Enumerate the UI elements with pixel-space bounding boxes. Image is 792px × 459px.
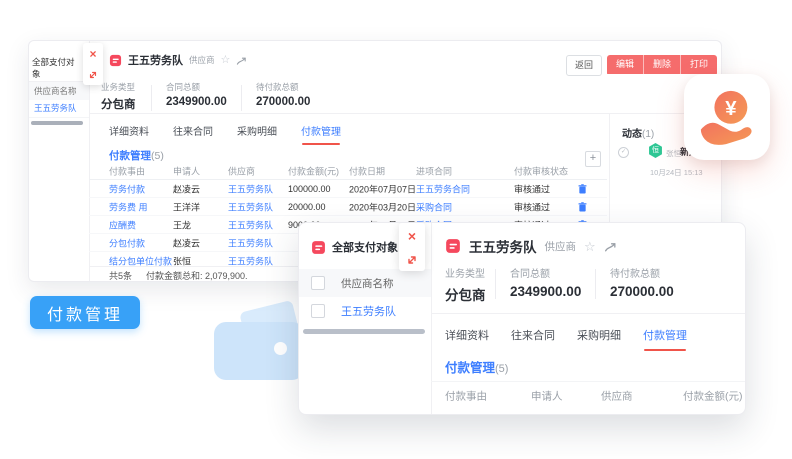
row-count: 共5条 (109, 269, 132, 282)
panel-controls: × (399, 223, 425, 271)
edit-button[interactable]: 编辑 (607, 55, 644, 74)
stat-pending-total: 待付款总额 270000.00 (256, 81, 310, 108)
header-actions: 返回 编辑 删除 打印 (566, 55, 717, 76)
supplier-doc-icon (445, 238, 461, 254)
supplier-list-item[interactable]: 王五劳务队 (299, 297, 431, 325)
print-button[interactable]: 打印 (681, 55, 717, 74)
table-header-row: 付款事由 申请人 供应商 付款金额(元) 付款日期 进项合同 付款审核状态 (89, 163, 607, 180)
supplier-link[interactable]: 王五劳务队 (228, 200, 273, 213)
hand-coin-icon: ¥ (696, 86, 758, 148)
stat-pending-total: 待付款总额 270000.00 (610, 265, 674, 299)
timeline-check-icon: ✓ (618, 147, 629, 158)
supplier-link[interactable]: 王五劳务队 (228, 218, 273, 231)
activity-user: 张恒 (666, 148, 681, 159)
back-button[interactable]: 返回 (566, 55, 602, 76)
select-all-checkbox[interactable] (311, 276, 325, 290)
share-trend-icon[interactable] (236, 55, 247, 66)
detail-tabs: 详细资料 往来合同 采购明细 付款管理 (109, 123, 341, 138)
supplier-link[interactable]: 王五劳务队 (228, 182, 273, 195)
stat-contract-total: 合同总额 2349900.00 (510, 265, 581, 299)
wallet-clasp-dot (274, 342, 287, 355)
tab-payment-management[interactable]: 付款管理 (643, 327, 687, 343)
stat-contract-total: 合同总额 2349900.00 (166, 81, 227, 108)
stat-divider (495, 269, 496, 299)
supplier-column-header: 供应商名称 (29, 81, 89, 100)
delete-icon[interactable] (578, 184, 587, 194)
section-title: 付款管理(5) (109, 148, 164, 163)
table-row: 劳务费 用 王洋洋 王五劳务队 20000.00 2020年03月20日 采购合… (89, 198, 607, 216)
supplier-column-header-row: 供应商名称 (299, 269, 431, 297)
tab-detail-info[interactable]: 详细资料 (445, 327, 489, 343)
tab-detail-info[interactable]: 详细资料 (109, 123, 149, 138)
payment-reason-link[interactable]: 应酬费 (109, 218, 136, 231)
tab-contracts[interactable]: 往来合同 (511, 327, 555, 343)
page-title: 王五劳务队 (469, 236, 537, 256)
tab-payment-management[interactable]: 付款管理 (301, 123, 341, 138)
avatar: 恒 (648, 143, 663, 158)
payment-badge: 付款管理 (30, 296, 140, 329)
supplier-doc-icon (109, 54, 122, 67)
table-row: 劳务付款 赵凌云 王五劳务队 100000.00 2020年07月07日 王五劳… (89, 180, 607, 198)
yuan-icon: ¥ (725, 98, 737, 120)
wallet-icon (212, 304, 312, 384)
stat-business-type: 业务类型 分包商 (101, 81, 136, 112)
sidebar-scrollbar[interactable] (31, 121, 83, 125)
contract-link[interactable]: 王五劳务合同 (416, 182, 470, 195)
payees-doc-icon (311, 240, 326, 255)
tab-contracts[interactable]: 往来合同 (173, 123, 213, 138)
tab-purchase-detail[interactable]: 采购明细 (237, 123, 277, 138)
supplier-tag: 供应商 (189, 54, 215, 66)
hand-coin-card: ¥ (684, 74, 770, 160)
activity-title: 动态(1) (622, 125, 654, 140)
favorite-star-icon[interactable]: ☆ (221, 55, 231, 66)
payment-reason-link[interactable]: 劳务费 用 (109, 200, 148, 213)
expand-diagonal-icon[interactable] (88, 70, 98, 80)
delete-icon[interactable] (578, 202, 587, 212)
close-icon[interactable]: × (89, 48, 96, 60)
supplier-list-item[interactable]: 王五劳务队 (29, 99, 89, 118)
payment-reason-link[interactable]: 劳务付款 (109, 182, 145, 195)
tab-purchase-detail[interactable]: 采购明细 (577, 327, 621, 343)
detail-tabs: 详细资料 往来合同 采购明细 付款管理 (445, 327, 687, 343)
payees-dropdown[interactable]: 全部支付对象 (32, 56, 89, 80)
page-title: 王五劳务队 (128, 52, 183, 68)
payees-dropdown[interactable]: 全部支付对象 (311, 239, 410, 255)
stat-business-type: 业务类型 分包商 (445, 265, 486, 304)
expand-diagonal-icon[interactable] (406, 254, 418, 266)
table-header-row: 付款事由 申请人 供应商 付款金额(元) (431, 381, 745, 410)
payees-dropdown-label: 全部支付对象 (32, 56, 81, 80)
page: 全部支付对象 供应商名称 王五劳务队 × 王五劳务队 供应商 ☆ (0, 0, 792, 459)
detail-pane-zoom: 王五劳务队 供应商 ☆ 业务类型 分包商 合同总额 2349900.00 待付款… (431, 223, 745, 414)
row-checkbox[interactable] (311, 304, 325, 318)
amount-sum: 付款金额总和: 2,079,900. (146, 269, 248, 282)
payees-dropdown-label: 全部支付对象 (332, 239, 398, 255)
activity-time: 10月24日 15:13 (650, 167, 703, 178)
stat-divider (151, 85, 152, 111)
section-title: 付款管理(5) (445, 357, 508, 376)
payees-sidebar: 全部支付对象 供应商名称 王五劳务队 (29, 41, 90, 281)
payment-reason-link[interactable]: 分包付款 (109, 236, 145, 249)
stat-divider (241, 85, 242, 111)
delete-button[interactable]: 删除 (644, 55, 681, 74)
panel-controls: × (83, 43, 103, 85)
contract-link[interactable]: 采购合同 (416, 200, 452, 213)
stat-divider (595, 269, 596, 299)
payment-window-zoom: 全部支付对象 供应商名称 王五劳务队 × (298, 222, 746, 415)
supplier-tag: 供应商 (545, 239, 577, 254)
header-divider (431, 313, 745, 314)
horizontal-scrollbar[interactable] (303, 329, 425, 334)
supplier-link[interactable]: 王五劳务队 (228, 236, 273, 249)
favorite-star-icon[interactable]: ☆ (584, 240, 596, 253)
close-icon[interactable]: × (408, 229, 416, 243)
share-trend-icon[interactable] (604, 240, 617, 253)
